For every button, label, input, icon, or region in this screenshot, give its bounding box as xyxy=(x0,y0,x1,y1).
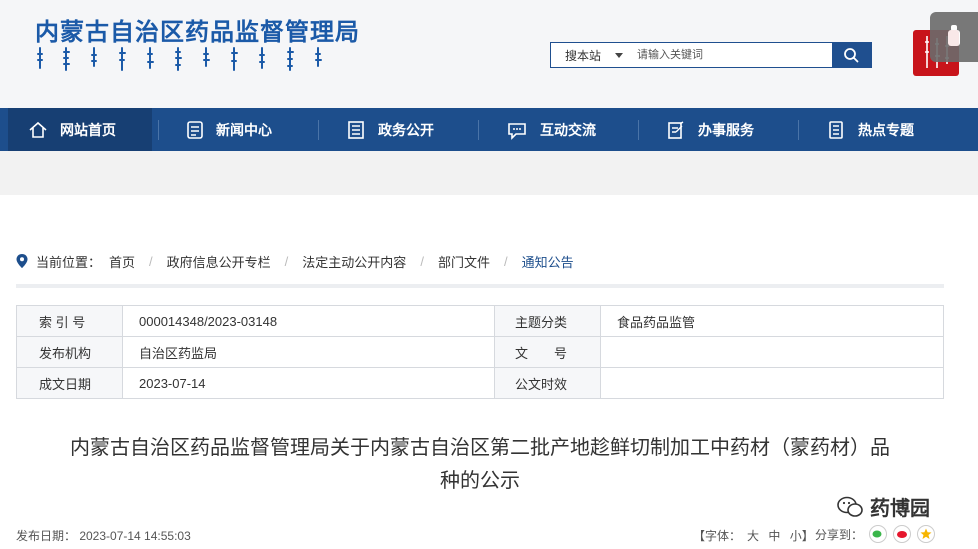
breadcrumb-home[interactable]: 首页 xyxy=(109,252,135,271)
nav-divider xyxy=(158,120,159,140)
nav-divider xyxy=(318,120,319,140)
table-row: 索 引 号 000014348/2023-03148 主题分类 食品药品监管 xyxy=(16,305,944,337)
nav-item-interaction[interactable]: 互动交流 xyxy=(506,108,596,151)
document-icon xyxy=(346,120,366,140)
share-bar: 分享到： xyxy=(815,525,936,543)
breadcrumb-divider xyxy=(16,284,944,288)
date-value: 2023-07-14 xyxy=(122,367,495,399)
font-label: 【字体： xyxy=(693,529,742,543)
publish-date: 发布日期： 2023-07-14 14:55:03 xyxy=(16,529,191,543)
search-box: 搜本站 xyxy=(550,42,872,68)
nav-label: 互动交流 xyxy=(540,121,596,138)
breadcrumb-separator: / xyxy=(149,253,153,269)
document-info-table: 索 引 号 000014348/2023-03148 主题分类 食品药品监管 发… xyxy=(16,305,944,399)
nav-item-home[interactable]: 网站首页 xyxy=(8,108,152,151)
nav-item-gov-affairs[interactable]: 政务公开 xyxy=(346,108,434,151)
wechat-share-icon[interactable] xyxy=(869,525,888,543)
docno-value xyxy=(600,336,944,368)
validity-label: 公文时效 xyxy=(494,367,601,399)
publisher-label: 发布机构 xyxy=(16,336,123,368)
nav-item-services[interactable]: 办事服务 xyxy=(666,108,754,151)
index-label: 索 引 号 xyxy=(16,305,123,337)
table-row: 发布机构 自治区药监局 文 号 xyxy=(16,336,944,368)
search-scope-select[interactable]: 搜本站 xyxy=(565,47,601,64)
mongolian-script-logo xyxy=(37,47,322,71)
service-icon xyxy=(666,120,686,140)
validity-value xyxy=(600,367,944,399)
docno-label: 文 号 xyxy=(494,336,601,368)
index-value: 000014348/2023-03148 xyxy=(122,305,495,337)
nav-label: 办事服务 xyxy=(698,121,754,138)
category-label: 主题分类 xyxy=(494,305,601,337)
publisher-value: 自治区药监局 xyxy=(122,336,495,368)
breadcrumb-separator: / xyxy=(420,253,424,269)
site-header: 内蒙古自治区药品监督管理局 搜本站 xyxy=(0,0,978,108)
breadcrumb-current[interactable]: 通知公告 xyxy=(522,252,574,271)
news-icon xyxy=(186,120,204,140)
breadcrumb-separator: / xyxy=(503,253,508,269)
page: 内蒙古自治区药品监督管理局 搜本站 请输入关键词 网站首页 新闻中心 政务公开 … xyxy=(0,0,978,549)
breadcrumb-dept-docs[interactable]: 部门文件 xyxy=(438,252,490,271)
breadcrumb-statutory[interactable]: 法定主动公开内容 xyxy=(302,252,406,271)
nav-divider xyxy=(478,120,479,140)
weibo-share-icon[interactable] xyxy=(893,525,912,543)
accessibility-icon xyxy=(948,25,960,46)
nav-item-news[interactable]: 新闻中心 xyxy=(186,108,272,151)
search-input[interactable] xyxy=(637,45,827,65)
date-label: 成文日期 xyxy=(16,367,123,399)
nav-label: 热点专题 xyxy=(858,121,914,138)
font-medium-button[interactable]: 中 xyxy=(768,529,780,543)
chat-icon xyxy=(506,120,528,140)
watermark-text: 药博园 xyxy=(870,498,930,520)
nav-item-topics[interactable]: 热点专题 xyxy=(826,108,914,151)
article-title-line: 种的公示 xyxy=(440,470,520,492)
search-button[interactable] xyxy=(832,42,872,68)
nav-divider xyxy=(638,120,639,140)
nav-label: 政务公开 xyxy=(378,121,434,138)
banner-band xyxy=(0,151,978,195)
wechat-icon xyxy=(837,496,863,517)
font-large-button[interactable]: 大 xyxy=(747,529,759,543)
font-small-button[interactable]: 小】 xyxy=(790,529,814,543)
search-icon xyxy=(844,48,859,63)
breadcrumb-prefix: 当前位置： xyxy=(36,254,102,270)
main-nav: 网站首页 新闻中心 政务公开 互动交流 办事服务 热点专题 xyxy=(0,108,978,151)
home-icon xyxy=(28,120,48,140)
share-label: 分享到： xyxy=(815,527,864,542)
category-value: 食品药品监管 xyxy=(600,305,944,337)
chevron-down-icon[interactable] xyxy=(615,53,623,58)
watermark: 药博园 xyxy=(836,492,930,521)
nav-divider xyxy=(798,120,799,140)
site-title[interactable]: 内蒙古自治区药品监督管理局 xyxy=(35,12,360,47)
nav-label: 网站首页 xyxy=(60,121,116,138)
location-pin-icon xyxy=(16,254,28,268)
article-title-line: 内蒙古自治区药品监督管理局关于内蒙古自治区第二批产地趁鲜切制加工中药材（蒙药材）… xyxy=(70,437,890,459)
article-title: 内蒙古自治区药品监督管理局关于内蒙古自治区第二批产地趁鲜切制加工中药材（蒙药材）… xyxy=(16,432,944,498)
font-size-control: 【字体： 大 中 小】 xyxy=(690,527,817,544)
table-row: 成文日期 2023-07-14 公文时效 xyxy=(16,367,944,399)
topic-icon xyxy=(826,120,846,140)
breadcrumb-separator: / xyxy=(284,253,289,269)
qzone-share-icon[interactable] xyxy=(917,525,936,543)
breadcrumb: 当前位置： 首页 / 政府信息公开专栏 / 法定主动公开内容 / 部门文件 / … xyxy=(16,251,574,271)
nav-label: 新闻中心 xyxy=(216,121,272,138)
side-tool-widget[interactable] xyxy=(930,12,978,62)
breadcrumb-gov-info[interactable]: 政府信息公开专栏 xyxy=(167,252,271,271)
